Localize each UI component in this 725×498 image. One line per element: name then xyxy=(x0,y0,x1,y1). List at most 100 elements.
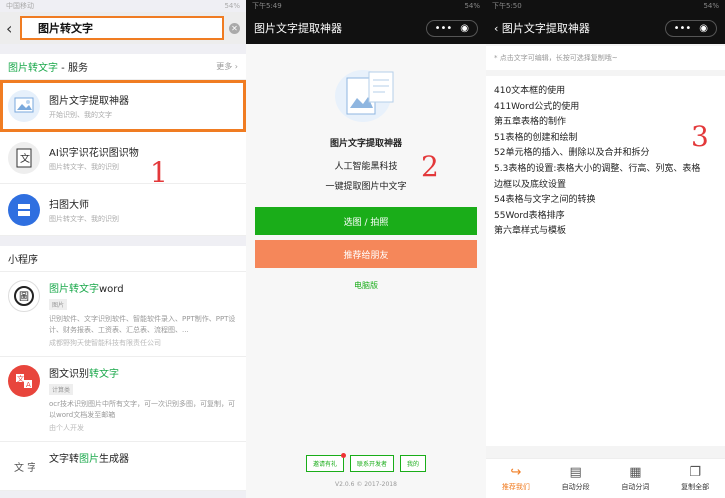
bottom-toolbar: ↪ 推荐我们 ▤ 自动分段 ▦ 自动分词 ❐ 复制全部 xyxy=(486,458,725,498)
title-bar: ‹ 图片文字提取神器 ••• ◉ xyxy=(486,12,725,44)
my-button[interactable]: 我的 xyxy=(400,455,427,472)
capsule-menu: ••• ◉ xyxy=(664,19,717,37)
slogan-line-2: 一键提取图片中文字 xyxy=(325,182,407,192)
category-tag: 计算类 xyxy=(49,384,74,395)
service-name: AI识字识花识图识物 xyxy=(49,147,139,159)
image-doc-icon xyxy=(8,89,40,122)
close-circle-icon[interactable]: ◉ xyxy=(460,23,469,34)
translate-logo-icon: 文A xyxy=(8,365,40,397)
mini-program-desc: 识别软件、文字识别软件、智能软件录入、PPT制作、PPT设计、财务报表、工资表、… xyxy=(49,315,236,334)
svg-text:圖: 圖 xyxy=(19,291,29,303)
search-bar: ‹ 图片转文字 ✕ xyxy=(0,12,246,44)
recommend-button[interactable]: 推荐给朋友 xyxy=(255,240,477,268)
mini-program-desc: ocr技术识别图片中所有文字，可一次识别多图，可复制，可以word文档发至邮箱 xyxy=(49,400,236,419)
mini-program-name: 文字转图片生成器 xyxy=(49,454,129,465)
split-words-icon: ▦ xyxy=(629,465,642,480)
mini-program-source: 由个人开发 xyxy=(49,424,84,432)
search-results-screen: 中国移动 54% ‹ 图片转文字 ✕ 图片转文字 - 服务 更多 › 图片文字提… xyxy=(0,0,246,498)
service-item-ai-recognition[interactable]: 文 AI识字识花识图识物 图片转文字、我的识别 xyxy=(0,132,246,184)
mini-program-item-word[interactable]: 圖 图片转文字word 图片 识别软件、文字识别软件、智能软件录入、PPT制作、… xyxy=(0,272,246,357)
more-menu-icon[interactable]: ••• xyxy=(435,23,453,34)
text-line[interactable]: 边框以及底纹设置 xyxy=(494,178,717,194)
battery-label: 54% xyxy=(464,2,480,10)
category-tag: 图片 xyxy=(49,299,68,310)
svg-text:文: 文 xyxy=(20,152,30,165)
text-line[interactable]: 52单元格的插入、删除以及合并和拆分 xyxy=(494,146,717,162)
text-scan-icon: 文 xyxy=(8,141,40,174)
share-icon: ↪ xyxy=(510,465,522,480)
text-line[interactable]: 第六章样式与模板 xyxy=(494,224,717,240)
slogan-line-1: 人工智能黑科技 xyxy=(334,162,398,172)
service-section-title: 图片转文字 - 服务 xyxy=(8,63,88,74)
time-label: 下午5:50 xyxy=(492,2,522,10)
mini-program-name: 图片转文字word xyxy=(49,284,124,295)
service-desc: 图片转文字、我的识别 xyxy=(49,162,119,171)
mini-program-source: 成都野狗天使智能科技有限责任公司 xyxy=(49,339,161,347)
tab-auto-split[interactable]: ▦ 自动分词 xyxy=(606,459,666,498)
search-input-value: 图片转文字 xyxy=(38,22,93,35)
battery-label: 54% xyxy=(224,2,240,10)
step-number-3: 3 xyxy=(691,120,709,153)
status-bar: 中国移动 54% xyxy=(0,0,246,12)
step-number-2: 2 xyxy=(421,150,439,183)
extractor-home-screen: 下午5:49 54% 图片文字提取神器 ••• ◉ 图片文字提取神器 人工智能黑… xyxy=(246,0,486,498)
pc-version-link[interactable]: 电脑版 xyxy=(246,280,486,291)
paragraph-icon: ▤ xyxy=(569,465,582,480)
svg-text:A: A xyxy=(26,381,31,389)
mini-program-name: 图文识别转文字 xyxy=(49,369,119,380)
contact-developer-button[interactable]: 联系开发者 xyxy=(349,455,394,472)
text-line[interactable]: 411Word公式的使用 xyxy=(494,100,717,116)
word-logo-icon: 圖 xyxy=(8,280,40,312)
app-name: 图片文字提取神器 xyxy=(329,139,402,149)
edit-hint: * 点击文字可编辑，长按可选择复制哦~ xyxy=(486,46,725,70)
text-line[interactable]: 410文本框的使用 xyxy=(494,84,717,100)
invite-button[interactable]: 邀请有礼 xyxy=(305,453,346,472)
service-item-image-text-extractor[interactable]: 图片文字提取神器 开始识别、我的文字 xyxy=(0,80,246,132)
version-label: V2.0.6 © 2017-2018 xyxy=(335,481,397,488)
tab-copy-all[interactable]: ❐ 复制全部 xyxy=(665,459,725,498)
svg-text:文: 文 xyxy=(17,374,24,383)
extracted-text-area[interactable]: 410文本框的使用 411Word公式的使用 第五章表格的制作 51表格的创建和… xyxy=(486,76,725,446)
text-line[interactable]: 第五章表格的制作 xyxy=(494,115,717,131)
search-input[interactable]: 图片转文字 xyxy=(20,16,224,40)
footer-buttons: 邀请有礼 联系开发者 我的 xyxy=(246,453,486,472)
mini-program-item-text-to-image[interactable]: 文 字 文字转图片生成器 xyxy=(0,442,246,491)
extracted-text-screen: 下午5:50 54% ‹ 图片文字提取神器 ••• ◉ * 点击文字可编辑，长按… xyxy=(486,0,725,498)
carrier-label: 中国移动 xyxy=(6,2,34,10)
page-title: ‹ 图片文字提取神器 xyxy=(494,22,590,35)
copy-icon: ❐ xyxy=(689,465,701,480)
service-name: 扫图大师 xyxy=(49,199,89,211)
slogan: 人工智能黑科技 一键提取图片中文字 xyxy=(246,157,486,197)
service-desc: 图片转文字、我的识别 xyxy=(49,214,119,223)
select-photo-button[interactable]: 选图 / 拍照 xyxy=(255,207,477,235)
battery-label: 54% xyxy=(703,2,719,10)
text-line[interactable]: 55Word表格排序 xyxy=(494,209,717,225)
time-label: 下午5:49 xyxy=(252,2,282,10)
clear-search-icon[interactable]: ✕ xyxy=(229,22,240,34)
document-illustration-icon xyxy=(333,64,399,124)
mini-program-header: 小程序 xyxy=(0,246,246,272)
close-circle-icon[interactable]: ◉ xyxy=(699,23,708,34)
text-line[interactable]: 5.3表格的设置:表格大小的调整、行高、列宽、表格 xyxy=(494,162,717,178)
tab-recommend[interactable]: ↪ 推荐我们 xyxy=(486,459,546,498)
notification-dot xyxy=(340,453,346,458)
service-desc: 开始识别、我的文字 xyxy=(49,110,112,119)
svg-text:文 字: 文 字 xyxy=(14,461,35,473)
text-line[interactable]: 51表格的创建和绘制 xyxy=(494,131,717,147)
text-line[interactable]: 54表格与文字之间的转换 xyxy=(494,193,717,209)
status-bar: 下午5:50 54% xyxy=(486,0,725,12)
text-logo-icon: 文 字 xyxy=(8,450,40,482)
back-arrow-icon[interactable]: ‹ xyxy=(494,22,502,35)
page-title: 图片文字提取神器 xyxy=(254,22,342,35)
scanner-icon xyxy=(8,193,40,226)
more-services-link[interactable]: 更多 › xyxy=(216,61,238,72)
more-menu-icon[interactable]: ••• xyxy=(674,23,692,34)
back-arrow-icon[interactable]: ‹ xyxy=(6,19,20,38)
title-bar: 图片文字提取神器 ••• ◉ xyxy=(246,12,486,44)
service-section-header: 图片转文字 - 服务 更多 › xyxy=(0,54,246,80)
capsule-menu: ••• ◉ xyxy=(425,19,478,37)
status-bar: 下午5:49 54% xyxy=(246,0,486,12)
mini-program-item-image-recognition[interactable]: 文A 图文识别转文字 计算类 ocr技术识别图片中所有文字，可一次识别多图，可复… xyxy=(0,357,246,442)
tab-auto-paragraph[interactable]: ▤ 自动分段 xyxy=(546,459,606,498)
service-item-scan-master[interactable]: 扫图大师 图片转文字、我的识别 xyxy=(0,184,246,236)
